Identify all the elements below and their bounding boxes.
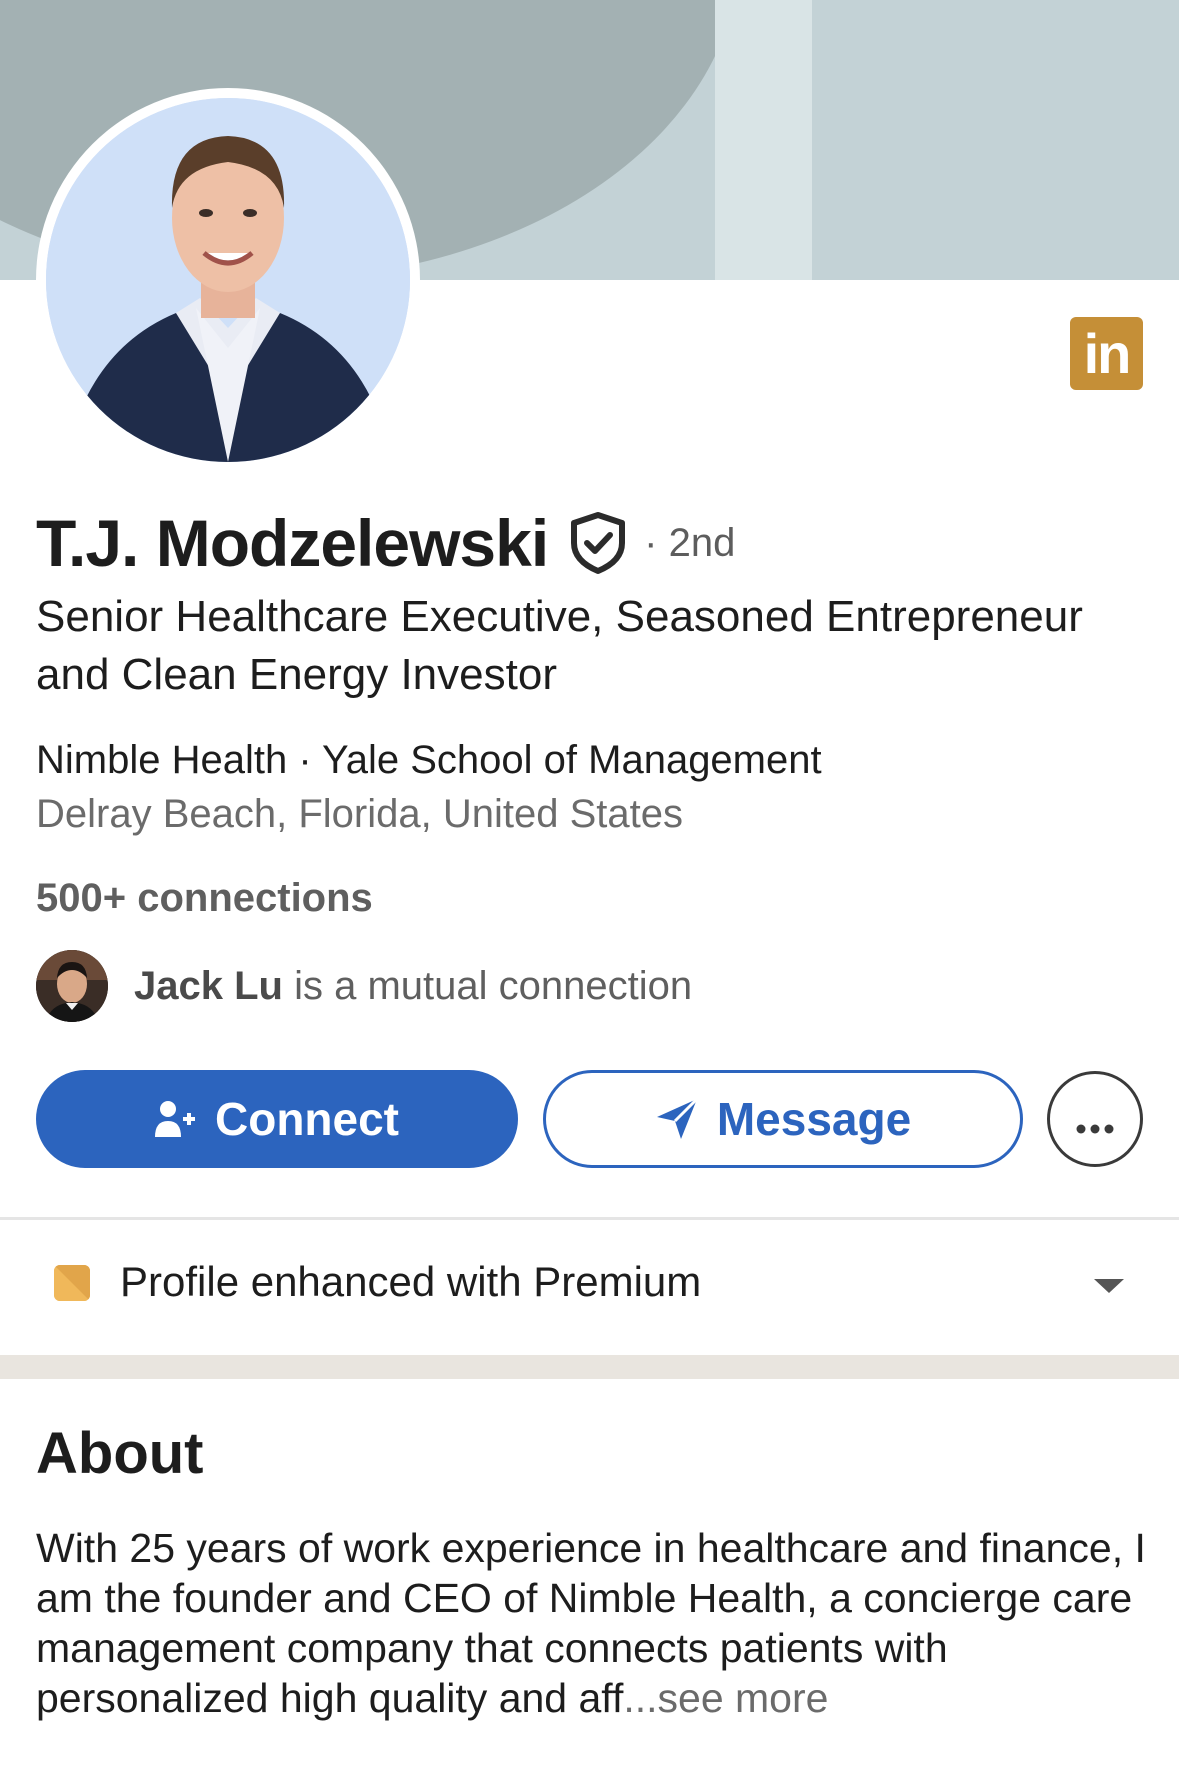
name-row: T.J. Modzelewski · 2nd xyxy=(36,505,735,581)
profile-headline: Senior Healthcare Executive, Seasoned En… xyxy=(36,592,1083,699)
send-paper-plane-icon xyxy=(655,1097,699,1141)
add-person-icon xyxy=(155,1099,197,1139)
about-text: With 25 years of work experience in heal… xyxy=(36,1523,1146,1723)
connect-label: Connect xyxy=(215,1093,399,1145)
message-label: Message xyxy=(716,1093,912,1145)
mutual-name[interactable]: Jack Lu xyxy=(134,964,283,1008)
premium-banner[interactable]: Profile enhanced with Premium xyxy=(0,1232,1179,1332)
premium-icon xyxy=(54,1265,90,1301)
more-actions-button[interactable] xyxy=(1047,1071,1143,1167)
about-body: With 25 years of work experience in heal… xyxy=(36,1525,1146,1721)
about-heading: About xyxy=(36,1421,204,1486)
message-button[interactable]: Message xyxy=(543,1070,1023,1168)
section-divider xyxy=(0,1355,1179,1379)
see-more-link[interactable]: see more xyxy=(658,1675,829,1721)
caret-down-icon[interactable] xyxy=(1092,1277,1126,1300)
about-truncation: ... xyxy=(623,1675,658,1721)
profile-photo[interactable] xyxy=(46,98,410,462)
mutual-suffix: is a mutual connection xyxy=(282,963,693,1008)
verified-shield-icon[interactable] xyxy=(568,511,628,575)
profile-org-line[interactable]: Nimble Health · Yale School of Managemen… xyxy=(36,738,822,783)
profile-photo-frame[interactable] xyxy=(36,88,420,472)
mutual-connection-text: Jack Lu is a mutual connection xyxy=(134,964,692,1009)
profile-name: T.J. Modzelewski xyxy=(36,506,549,580)
mutual-avatar xyxy=(36,950,108,1022)
premium-label: Profile enhanced with Premium xyxy=(120,1258,702,1305)
connect-button[interactable]: Connect xyxy=(36,1070,518,1168)
linkedin-logo: in xyxy=(1070,317,1143,390)
connection-degree: · 2nd xyxy=(644,520,736,565)
connections-count[interactable]: 500+ connections xyxy=(36,876,373,921)
divider xyxy=(0,1217,1179,1220)
mutual-connection[interactable]: Jack Lu is a mutual connection xyxy=(36,950,692,1022)
more-dots-icon xyxy=(1073,1092,1117,1146)
profile-location: Delray Beach, Florida, United States xyxy=(36,792,683,836)
